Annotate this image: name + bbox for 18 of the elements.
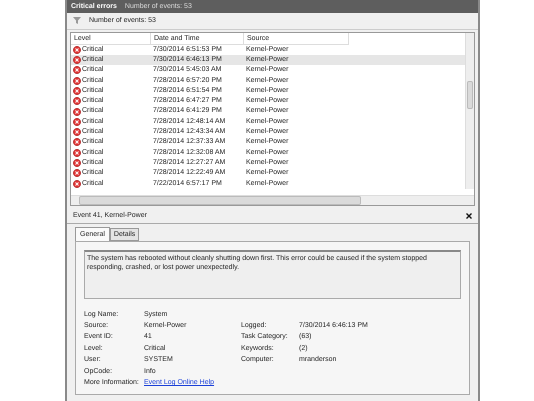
error-icon [73,66,81,74]
error-icon [73,56,81,64]
error-icon [73,86,81,95]
error-icon [73,108,81,116]
filter-icon[interactable] [73,17,81,24]
horizontal-scrollbar[interactable] [71,194,474,205]
error-icon [73,159,81,168]
close-icon[interactable] [466,212,472,219]
error-icon [73,118,81,126]
vertical-scrollbar[interactable] [465,32,474,189]
error-icon [73,138,81,146]
error-icon [73,180,81,188]
error-icon [73,148,81,157]
error-icon [73,46,81,54]
error-icon [73,76,81,85]
error-icon [73,97,81,106]
error-icon [73,169,81,178]
error-icon [73,128,81,136]
